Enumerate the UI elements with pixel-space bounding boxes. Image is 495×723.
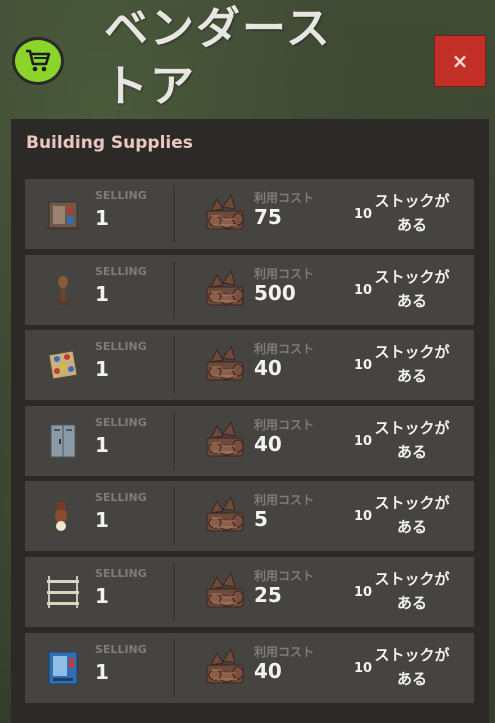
cost-value: 500: [254, 280, 296, 305]
row-divider: [173, 336, 175, 395]
selling-quantity: 1: [95, 206, 109, 230]
selling-quantity: 1: [95, 508, 109, 533]
selling-label: SELLING: [95, 340, 147, 354]
cost-value: 5: [254, 507, 268, 532]
stock-count: 10: [354, 509, 373, 525]
scrap-currency-icon: [201, 418, 249, 462]
cost-label: 利用コスト: [254, 568, 315, 583]
cost-label: 利用コスト: [254, 417, 315, 432]
vendor-item-row[interactable]: SELLING 1 利用コスト 40 10 ストックがある: [25, 405, 474, 476]
wall-lamp-icon: [39, 492, 87, 540]
row-divider: [173, 411, 175, 470]
scrap-currency-icon: [201, 569, 249, 613]
close-button[interactable]: ×: [434, 35, 486, 87]
selling-label: SELLING: [95, 566, 147, 580]
selling-quantity: 1: [95, 357, 109, 382]
stock-count: 10: [354, 282, 373, 298]
selling-quantity: 1: [95, 281, 109, 306]
row-divider: [173, 185, 175, 243]
cost-value: 75: [254, 205, 282, 229]
store-title: ベンダーストア: [104, 3, 332, 112]
stock-label: ストックがある: [374, 343, 450, 386]
store-panel: Building Supplies SELLING 1 利用コスト 75 10 ストックが…: [11, 119, 489, 723]
cost-label: 利用コスト: [254, 342, 315, 357]
cost-label: 利用コスト: [254, 191, 315, 205]
stock-count: 10: [354, 358, 373, 374]
cost-label: 利用コスト: [254, 493, 315, 508]
stock-label: ストックがある: [374, 267, 450, 310]
vendor-cart-button[interactable]: [12, 37, 64, 85]
electrical-box-icon: [39, 190, 87, 238]
stock-label: ストックがある: [374, 569, 450, 612]
selling-quantity: 1: [95, 583, 109, 608]
shopping-cart-icon: [26, 49, 51, 72]
pattern-mosaic-icon: [39, 341, 87, 389]
stock-label: ストックがある: [374, 645, 450, 688]
stock-count: 10: [354, 207, 373, 222]
selling-label: SELLING: [95, 491, 147, 505]
scrap-currency-icon: [201, 191, 249, 235]
stock-label: ストックがある: [374, 494, 450, 537]
stock-label: ストックがある: [374, 418, 450, 461]
scrap-currency-icon: [201, 493, 249, 537]
wall-torch-icon: [39, 266, 87, 314]
cost-value: 40: [254, 356, 282, 381]
stock-count: 10: [354, 660, 373, 676]
locker-icon: [39, 417, 87, 465]
selling-label: SELLING: [95, 415, 147, 429]
shelves-icon: [39, 568, 87, 616]
selling-quantity: 1: [95, 659, 109, 684]
cost-value: 40: [254, 431, 282, 456]
row-divider: [173, 260, 175, 319]
item-list: SELLING 1 利用コスト 75 10 ストックがある SELLING 1 利用コスト 500…: [25, 179, 474, 708]
cost-value: 25: [254, 582, 282, 607]
selling-label: SELLING: [95, 264, 147, 278]
row-divider: [173, 638, 175, 697]
selling-quantity: 1: [95, 432, 109, 457]
vendor-item-row[interactable]: SELLING 1 利用コスト 40 10 ストックがある: [25, 330, 474, 401]
cost-value: 40: [254, 658, 282, 683]
cost-label: 利用コスト: [254, 266, 315, 281]
selling-label: SELLING: [95, 642, 147, 656]
cost-label: 利用コスト: [254, 644, 315, 659]
scrap-currency-icon: [201, 342, 249, 386]
vendor-item-row[interactable]: SELLING 1 利用コスト 40 10 ストックがある: [25, 632, 474, 703]
vendor-item-row[interactable]: SELLING 1 利用コスト 75 10 ストックがある: [25, 179, 474, 249]
category-title: Building Supplies: [26, 133, 193, 153]
vending-machine-icon: [39, 644, 87, 692]
row-divider: [173, 487, 175, 546]
vendor-item-row[interactable]: SELLING 1 利用コスト 5 10 ストックがある: [25, 481, 474, 552]
stock-count: 10: [354, 584, 373, 600]
scrap-currency-icon: [201, 645, 249, 689]
vendor-item-row[interactable]: SELLING 1 利用コスト 500 10 ストックがある: [25, 254, 474, 325]
selling-label: SELLING: [95, 189, 147, 202]
row-divider: [173, 562, 175, 621]
stock-label: ストックがある: [374, 192, 450, 234]
stock-count: 10: [354, 433, 373, 449]
vendor-item-row[interactable]: SELLING 1 利用コスト 25 10 ストックがある: [25, 556, 474, 627]
scrap-currency-icon: [201, 267, 249, 311]
